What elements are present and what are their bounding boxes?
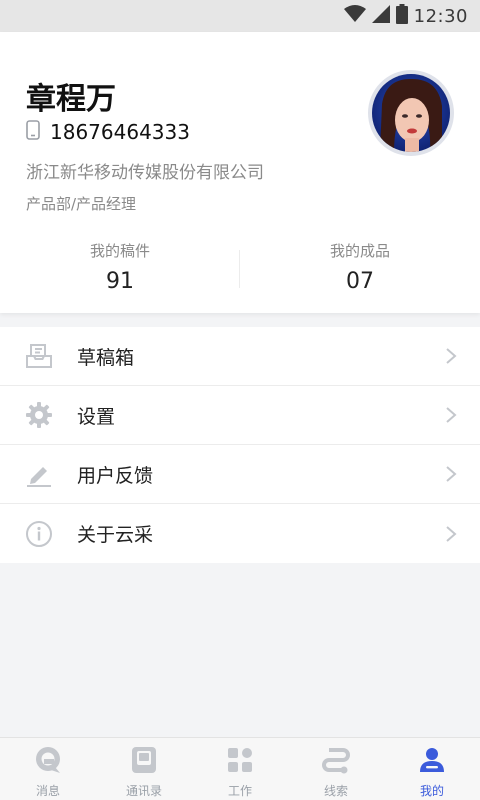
menu-item-feedback[interactable]: 用户反馈 xyxy=(0,445,480,504)
stat-label: 我的成品 xyxy=(329,242,390,260)
contacts-icon xyxy=(128,744,160,776)
status-time: 12:30 xyxy=(413,5,468,27)
chevron-right-icon xyxy=(444,347,458,365)
menu-label: 用户反馈 xyxy=(77,464,154,487)
chevron-right-icon xyxy=(444,465,458,483)
person-icon xyxy=(416,744,448,776)
menu-label: 设置 xyxy=(77,405,116,428)
status-bar: 12:30 xyxy=(0,0,480,32)
phone-number: 18676464333 xyxy=(50,120,190,144)
settings-menu: 草稿箱 设置 用户反馈 关于云采 xyxy=(0,327,480,563)
stat-label: 我的稿件 xyxy=(89,242,150,260)
status-icons xyxy=(343,4,408,28)
nav-item-messages[interactable]: 消息 xyxy=(0,738,96,800)
info-icon xyxy=(25,520,53,548)
company-name: 浙江新华移动传媒股份有限公司 xyxy=(26,163,264,183)
work-grid-icon xyxy=(224,744,256,776)
nav-label: 消息 xyxy=(35,784,60,798)
nav-item-clues[interactable]: 线索 xyxy=(288,738,384,800)
cellular-signal-icon xyxy=(371,5,390,27)
stat-value: 07 xyxy=(346,269,374,294)
nav-label: 通讯录 xyxy=(125,784,162,798)
stat-value: 91 xyxy=(106,269,134,294)
nav-item-work[interactable]: 工作 xyxy=(192,738,288,800)
menu-label: 草稿箱 xyxy=(77,346,135,369)
menu-item-about[interactable]: 关于云采 xyxy=(0,504,480,563)
menu-item-drafts[interactable]: 草稿箱 xyxy=(0,327,480,386)
bottom-nav: 消息 通讯录 工作 线索 我的 xyxy=(0,737,480,800)
menu-label: 关于云采 xyxy=(77,524,154,546)
phone-icon xyxy=(26,120,40,144)
nav-label: 线索 xyxy=(323,784,348,798)
chevron-right-icon xyxy=(444,406,458,424)
edit-feedback-icon xyxy=(25,460,53,488)
wifi-icon xyxy=(343,5,366,27)
department-title: 产品部/产品经理 xyxy=(26,195,137,213)
stat-my-products[interactable]: 我的成品 07 xyxy=(240,232,480,302)
profile-card: 章程万 18676464333 浙江新华移动传媒股份有限公司 产品部/产品经理 xyxy=(0,32,480,313)
phone-row: 18676464333 xyxy=(26,120,190,144)
battery-icon xyxy=(395,4,408,28)
drafts-box-icon xyxy=(25,342,53,370)
message-icon xyxy=(32,744,64,776)
chevron-right-icon xyxy=(444,525,458,543)
stat-my-drafts[interactable]: 我的稿件 91 xyxy=(0,232,240,302)
nav-item-mine[interactable]: 我的 xyxy=(384,738,480,800)
stats-divider xyxy=(239,250,240,288)
stats-row: 我的稿件 91 我的成品 07 xyxy=(0,232,480,302)
avatar[interactable] xyxy=(368,70,454,156)
nav-label: 我的 xyxy=(419,784,444,798)
avatar-photo xyxy=(372,74,450,152)
menu-item-settings[interactable]: 设置 xyxy=(0,386,480,445)
nav-label: 工作 xyxy=(227,784,252,798)
clue-route-icon xyxy=(320,744,352,776)
profile-name: 章程万 xyxy=(26,82,116,117)
gear-icon xyxy=(25,401,53,429)
nav-item-contacts[interactable]: 通讯录 xyxy=(96,738,192,800)
